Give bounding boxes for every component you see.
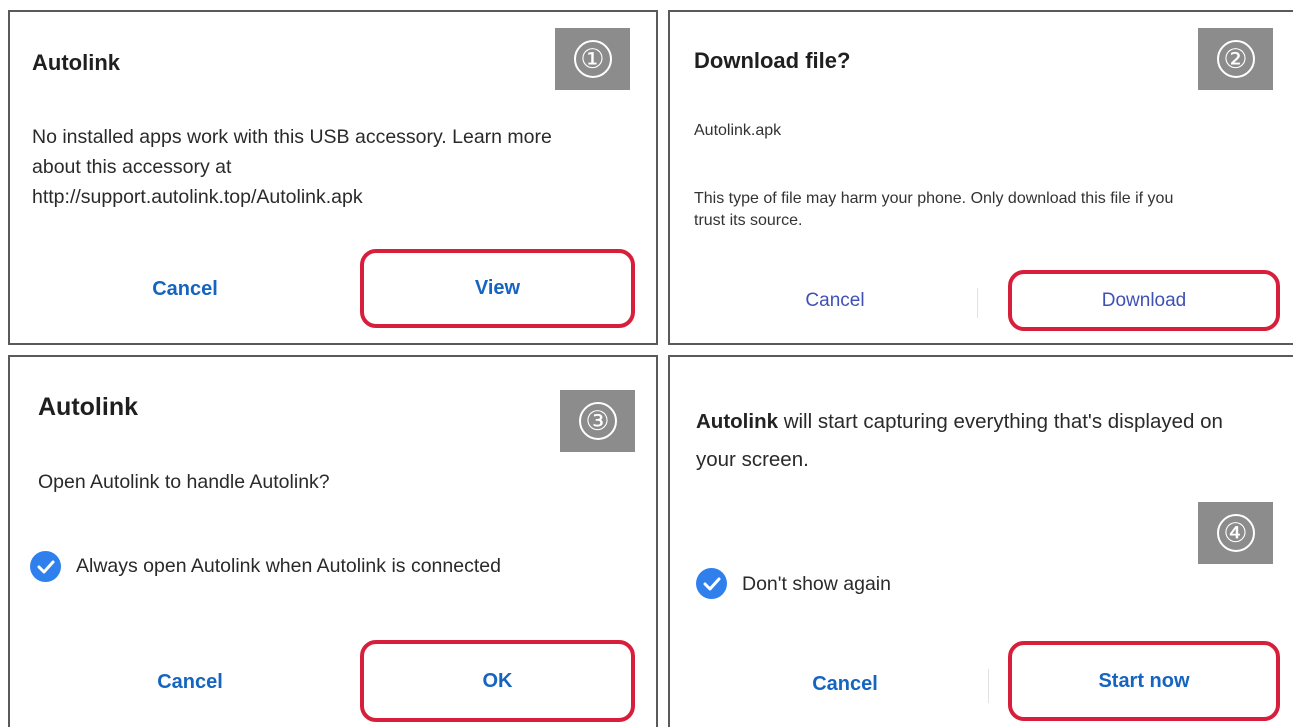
cancel-button[interactable]: Cancel <box>115 671 265 694</box>
dont-show-again-checkbox-label[interactable]: Don't show again <box>742 569 891 599</box>
checkbox-checked-icon[interactable] <box>30 551 61 582</box>
capture-message: Autolink will start capturing everything… <box>696 403 1293 479</box>
dialog-title: Autolink <box>32 50 120 75</box>
dialog-title: Autolink <box>38 393 138 421</box>
button-divider <box>977 288 978 318</box>
cancel-button[interactable]: Cancel <box>770 673 920 696</box>
dialog-download-file: Download file? ② Autolink.apk This type … <box>668 10 1293 345</box>
always-open-checkbox-label[interactable]: Always open Autolink when Autolink is co… <box>76 551 501 581</box>
dialog-open-with: Autolink ③ Open Autolink to handle Autol… <box>8 355 658 727</box>
button-divider <box>988 669 989 703</box>
start-now-button-label: Start now <box>1098 669 1190 692</box>
view-button[interactable]: View <box>360 249 635 328</box>
message-text: will start capturing everything that's d… <box>778 410 1223 433</box>
message-line: No installed apps work with this USB acc… <box>32 126 552 148</box>
step-number: ① <box>573 40 612 78</box>
dialog-message: No installed apps work with this USB acc… <box>32 122 652 212</box>
message-line: Autolink will start capturing everything… <box>696 403 1293 441</box>
ok-button-label: OK <box>482 669 513 692</box>
dialog-screen-capture: Autolink will start capturing everything… <box>668 355 1293 727</box>
download-warning: This type of file may harm your phone. O… <box>694 188 1293 232</box>
checkbox-checked-icon[interactable] <box>696 568 727 599</box>
file-name: Autolink.apk <box>694 122 782 139</box>
step-number: ② <box>1216 40 1255 78</box>
step-badge-4: ④ <box>1198 502 1273 564</box>
dialog-usb-accessory: Autolink ① No installed apps work with t… <box>8 10 658 345</box>
start-now-button[interactable]: Start now <box>1008 641 1280 721</box>
message-url: http://support.autolink.top/Autolink.apk <box>32 186 363 208</box>
message-line: about this accessory at <box>32 156 232 178</box>
download-button-label: Download <box>1101 289 1187 311</box>
ok-button[interactable]: OK <box>360 640 635 722</box>
step-number: ④ <box>1216 514 1255 552</box>
step-badge-2: ② <box>1198 28 1273 90</box>
dialog-title: Download file? <box>694 48 851 73</box>
warning-line: This type of file may harm your phone. O… <box>694 190 1174 207</box>
cancel-button[interactable]: Cancel <box>760 290 910 312</box>
step-badge-3: ③ <box>560 390 635 452</box>
app-name: Autolink <box>696 410 778 433</box>
cancel-button[interactable]: Cancel <box>110 278 260 301</box>
warning-line: trust its source. <box>694 212 803 229</box>
step-number: ③ <box>578 402 617 440</box>
download-button[interactable]: Download <box>1008 270 1280 331</box>
message-line: your screen. <box>696 448 809 471</box>
view-button-label: View <box>474 277 521 299</box>
dialog-question: Open Autolink to handle Autolink? <box>38 471 330 493</box>
step-badge-1: ① <box>555 28 630 90</box>
